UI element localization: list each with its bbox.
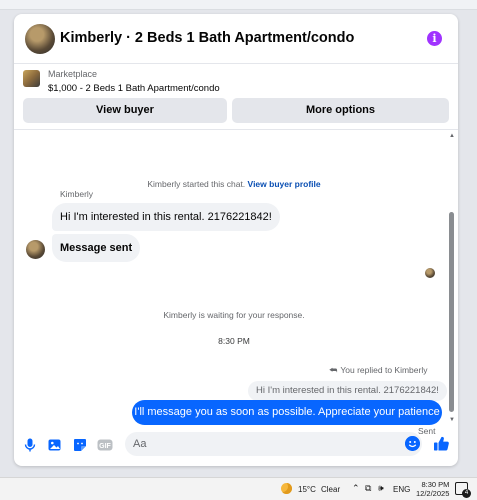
emoji-icon[interactable] — [405, 436, 420, 451]
clock-time: 8:30 PM — [421, 480, 450, 489]
seen-indicator-avatar — [425, 268, 435, 278]
replied-text: You replied to Kimberly — [340, 365, 428, 375]
incoming-message[interactable]: Hi I'm interested in this rental. 217622… — [52, 203, 280, 231]
notification-center-icon[interactable]: 4 — [455, 482, 471, 498]
thumbs-up-icon[interactable] — [433, 435, 450, 452]
sender-avatar[interactable] — [26, 240, 45, 259]
message-thread: Kimberly started this chat. View buyer p… — [14, 138, 458, 436]
replied-label: ⮪ You replied to Kimberly — [329, 365, 427, 376]
weather-condition[interactable]: Clear — [321, 485, 340, 494]
time-stamp: 8:30 PM — [218, 336, 250, 346]
more-options-button[interactable]: More options — [232, 98, 449, 123]
svg-text:GIF: GIF — [99, 443, 111, 450]
message-composer: GIF — [14, 430, 458, 466]
contact-avatar[interactable] — [25, 24, 55, 54]
thread-scrollbar[interactable] — [449, 212, 454, 412]
language-indicator[interactable]: ENG — [393, 485, 410, 494]
windows-taskbar: 15°C Clear ⌃ ⧉ 🕪 ENG 8:30 PM 12/2/2025 4 — [0, 477, 477, 500]
chat-started-note: Kimberly started this chat. View buyer p… — [14, 179, 454, 189]
sender-name: Kimberly — [60, 189, 94, 199]
reply-icon: ⮪ — [329, 365, 338, 375]
listing-title[interactable]: $1,000 - 2 Beds 1 Bath Apartment/condo — [48, 83, 220, 94]
view-buyer-profile-link[interactable]: View buyer profile — [248, 179, 321, 189]
chat-header: Kimberly · 2 Beds 1 Bath Apartment/condo… — [14, 14, 458, 64]
waiting-note: Kimberly is waiting for your response. — [163, 310, 305, 320]
scroll-down-arrow-icon[interactable]: ▼ — [449, 417, 455, 423]
tray-chevron-up-icon[interactable]: ⌃ — [352, 483, 360, 494]
chat-started-text: Kimberly started this chat. — [147, 179, 246, 189]
message-input[interactable] — [125, 432, 422, 456]
listing-thumbnail[interactable] — [23, 70, 40, 87]
browser-top-strip — [0, 0, 477, 10]
view-buyer-button[interactable]: View buyer — [23, 98, 227, 123]
volume-icon[interactable]: 🕪 — [378, 483, 384, 494]
notification-count: 4 — [462, 489, 471, 498]
gif-icon[interactable]: GIF — [97, 437, 113, 453]
mic-icon[interactable] — [22, 437, 38, 453]
quoted-message[interactable]: Hi I'm interested in this rental. 217622… — [248, 381, 447, 401]
chat-window: Kimberly · 2 Beds 1 Bath Apartment/condo… — [14, 14, 458, 466]
info-icon[interactable]: i — [427, 31, 442, 46]
marketplace-label: Marketplace — [48, 69, 98, 79]
weather-temperature[interactable]: 15°C — [298, 485, 316, 494]
weather-moon-icon[interactable] — [281, 483, 292, 494]
chat-title[interactable]: Kimberly · 2 Beds 1 Bath Apartment/condo — [60, 30, 354, 46]
network-icon[interactable]: ⧉ — [365, 483, 371, 494]
gallery-icon[interactable] — [47, 437, 63, 453]
clock-date: 12/2/2025 — [416, 489, 450, 498]
marketplace-panel: Marketplace $1,000 - 2 Beds 1 Bath Apart… — [14, 64, 458, 130]
incoming-message[interactable]: Message sent — [52, 234, 141, 262]
sticker-icon[interactable] — [72, 437, 88, 453]
clock[interactable]: 8:30 PM 12/2/2025 — [416, 480, 449, 498]
outgoing-message[interactable]: I'll message you as soon as possible. Ap… — [132, 400, 442, 425]
